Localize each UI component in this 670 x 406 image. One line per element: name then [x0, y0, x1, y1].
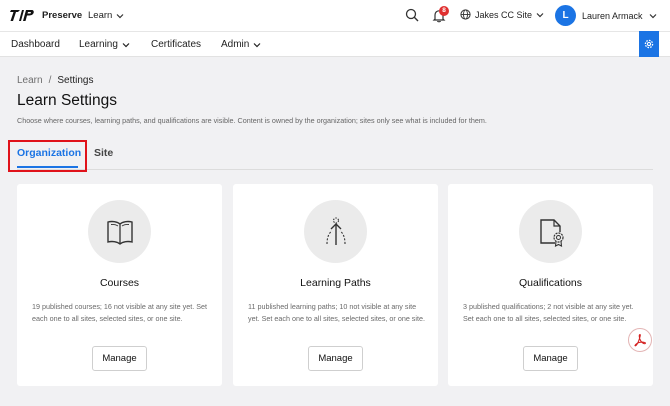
- chevron-down-icon: [253, 42, 261, 47]
- chevron-down-icon: [536, 12, 544, 17]
- card-description: 3 published qualifications; 2 not visibl…: [463, 302, 634, 323]
- card-icon-circle: [88, 200, 151, 263]
- manage-courses-button[interactable]: Manage: [92, 346, 147, 371]
- app-switcher-label: Learn: [88, 10, 113, 21]
- nav-item-label: Dashboard: [11, 39, 60, 50]
- gear-icon: [644, 39, 654, 49]
- learning-paths-card: Learning Paths 11 published learning pat…: [233, 184, 438, 386]
- page-title: Learn Settings: [17, 92, 117, 109]
- book-icon: [106, 220, 133, 245]
- breadcrumb-current: Settings: [57, 75, 94, 86]
- search-icon[interactable]: [405, 8, 419, 22]
- top-bar: Preserve Learn 8 Jakes CC Site L Lauren …: [0, 0, 670, 31]
- nav-item-learning[interactable]: Learning: [79, 39, 130, 50]
- nav-item-label: Admin: [221, 39, 250, 50]
- manage-learning-paths-button[interactable]: Manage: [308, 346, 363, 371]
- page-description: Choose where courses, learning paths, an…: [17, 116, 487, 125]
- breadcrumb: Learn / Settings: [17, 75, 94, 86]
- card-icon-circle: [519, 200, 582, 263]
- user-menu[interactable]: L Lauren Armack: [555, 5, 657, 26]
- main-nav: Dashboard Learning Certificates Admin: [0, 31, 670, 57]
- avatar: L: [555, 5, 576, 26]
- chevron-down-icon: [116, 13, 124, 18]
- nav-item-label: Certificates: [151, 39, 202, 50]
- card-title: Learning Paths: [300, 277, 371, 289]
- certificate-icon: [539, 218, 564, 247]
- nav-item-certificates[interactable]: Certificates: [151, 39, 201, 50]
- card-description: 11 published learning paths; 10 not visi…: [248, 302, 425, 323]
- chevron-down-icon: [649, 13, 656, 18]
- chevron-down-icon: [122, 42, 130, 47]
- brand-name: Preserve: [42, 10, 83, 21]
- site-selector[interactable]: Jakes CC Site: [460, 9, 544, 20]
- nav-item-dashboard[interactable]: Dashboard: [11, 39, 60, 50]
- tab-site[interactable]: Site: [94, 147, 113, 159]
- card-description: 19 published courses; 16 not visible at …: [32, 302, 207, 323]
- breadcrumb-separator: /: [48, 75, 52, 86]
- manage-qualifications-button[interactable]: Manage: [523, 346, 578, 371]
- settings-button[interactable]: [639, 31, 659, 57]
- site-selector-label: Jakes CC Site: [475, 9, 533, 20]
- qualifications-card: Qualifications 3 published qualification…: [448, 184, 653, 386]
- notification-badge: 8: [439, 6, 449, 16]
- brand-logo-icon[interactable]: [10, 8, 34, 23]
- nav-item-label: Learning: [79, 39, 118, 50]
- pdf-button[interactable]: [628, 328, 652, 352]
- globe-icon: [460, 9, 471, 20]
- active-tab-indicator: [17, 166, 78, 168]
- app-switcher[interactable]: Learn: [88, 10, 124, 21]
- breadcrumb-learn-link[interactable]: Learn: [17, 75, 43, 86]
- card-icon-circle: [304, 200, 367, 263]
- courses-card: Courses 19 published courses; 16 not vis…: [17, 184, 222, 386]
- tab-organization[interactable]: Organization: [17, 147, 81, 159]
- tabs-divider: [17, 169, 653, 170]
- card-title: Qualifications: [518, 277, 583, 289]
- nav-item-admin[interactable]: Admin: [221, 39, 261, 50]
- card-title: Courses: [99, 277, 140, 289]
- path-icon: [325, 216, 346, 245]
- user-name: Lauren Armack: [582, 10, 643, 21]
- pdf-icon: [634, 333, 646, 347]
